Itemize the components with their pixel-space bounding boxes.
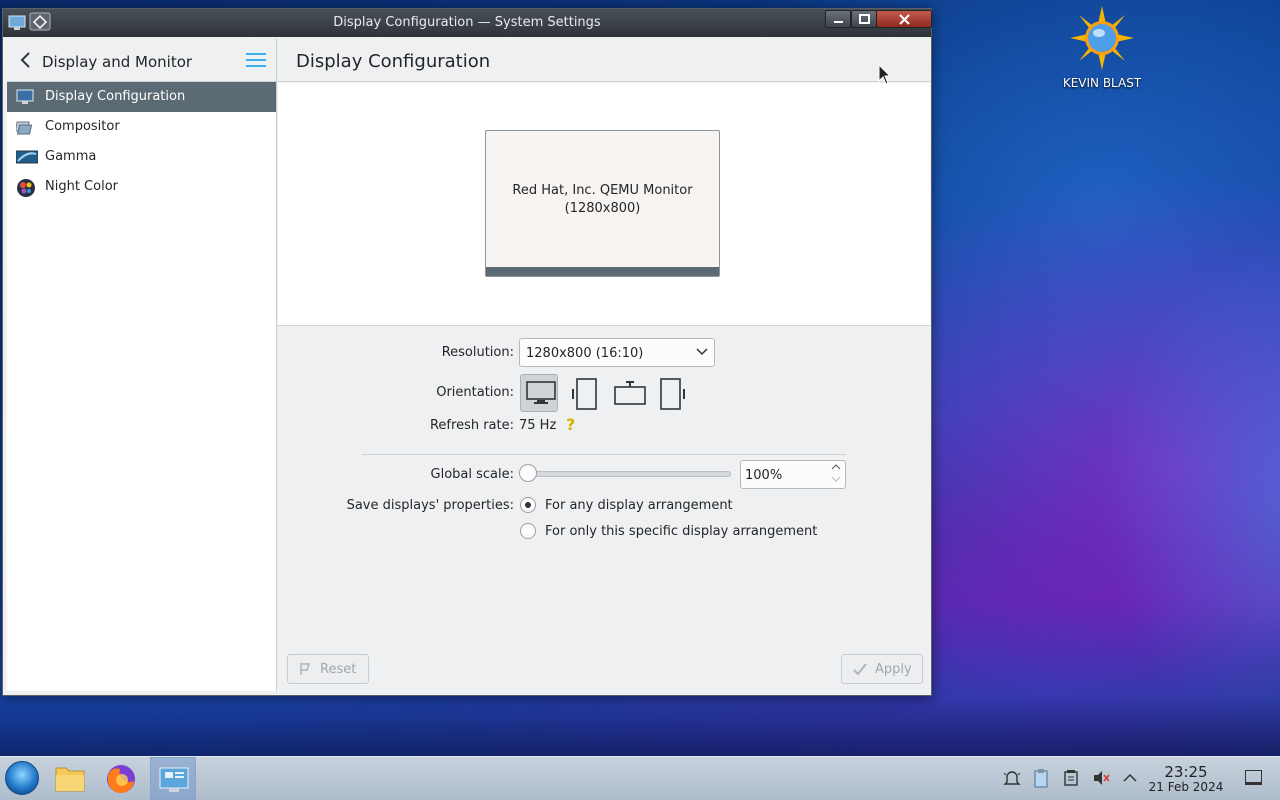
resolution-label: Resolution: [441, 345, 514, 360]
resolution-value: 1280x800 (16:10) [526, 346, 644, 361]
minimize-button[interactable] [825, 10, 851, 28]
sidebar-header: Display and Monitor [7, 39, 276, 82]
sidebar-item-label: Night Color [45, 179, 118, 194]
radio-any-arrangement-label[interactable]: For any display arrangement [545, 498, 733, 513]
monitor-name: Red Hat, Inc. QEMU Monitor [512, 183, 693, 198]
sidebar-title: Display and Monitor [42, 53, 193, 71]
sun-globe-icon [1070, 6, 1134, 70]
spin-down-icon[interactable] [831, 476, 841, 486]
global-scale-slider-track[interactable] [529, 471, 731, 477]
chevron-down-icon [696, 345, 708, 360]
display-config-icon [16, 88, 34, 106]
orientation-label: Orientation: [436, 385, 514, 400]
sidebar-item-label: Gamma [45, 149, 97, 164]
radio-specific-arrangement-label[interactable]: For only this specific display arrangeme… [545, 524, 817, 539]
sidebar-item-display-configuration[interactable]: Display Configuration [7, 82, 276, 112]
system-settings-window: Display Configuration — System Settings … [2, 8, 932, 696]
digital-clock[interactable]: 23:25 21 Feb 2024 [1144, 764, 1228, 794]
refresh-rate-label: Refresh rate: [429, 418, 514, 433]
reset-icon [298, 661, 312, 681]
desktop-icon-label: KEVIN BLAST [1062, 76, 1142, 90]
taskbar-app-system-settings[interactable] [150, 757, 196, 800]
orientation-portrait-left-button[interactable] [565, 374, 603, 412]
gamma-icon [15, 148, 39, 166]
maximize-button[interactable] [851, 10, 877, 28]
page-title: Display Configuration [296, 51, 491, 72]
firefox-icon [107, 765, 135, 794]
show-desktop-button[interactable] [1245, 770, 1262, 785]
reset-label: Reset [320, 662, 357, 677]
night-color-icon [16, 178, 35, 197]
clipboard-tray-icon[interactable] [1032, 769, 1050, 788]
monitor-bottom-bar [486, 267, 719, 276]
sidebar-item-label: Compositor [45, 119, 120, 134]
monitor-label: Red Hat, Inc. QEMU Monitor (1280x800) [486, 182, 719, 218]
global-scale-spinbox[interactable]: 100% [740, 460, 846, 489]
back-arrow-icon[interactable] [19, 51, 31, 74]
radio-specific-arrangement[interactable] [520, 523, 536, 539]
landscape-flipped-monitor-icon [614, 381, 646, 405]
close-button[interactable] [876, 10, 932, 28]
window-titlebar[interactable]: Display Configuration — System Settings [3, 9, 932, 37]
taskbar: 23:25 21 Feb 2024 [0, 756, 1280, 800]
refresh-rate-value: 75 Hz [519, 418, 557, 433]
orientation-portrait-right-button[interactable] [654, 374, 692, 412]
taskbar-app-firefox[interactable] [98, 757, 144, 800]
main-content: Display Configuration Red Hat, Inc. QEMU… [278, 39, 930, 691]
monitor-resolution: (1280x800) [564, 201, 641, 216]
folder-icon [55, 767, 85, 792]
display-settings-form: Resolution: 1280x800 (16:10) Orientation… [278, 327, 930, 691]
clock-time: 23:25 [1164, 763, 1208, 781]
radio-any-arrangement[interactable] [520, 497, 536, 513]
portrait-right-monitor-icon [660, 378, 685, 410]
tray-expand-chevron-icon[interactable] [1121, 769, 1139, 787]
clock-date: 21 Feb 2024 [1148, 780, 1224, 794]
resolution-combobox[interactable]: 1280x800 (16:10) [519, 338, 715, 367]
volume-muted-icon[interactable] [1092, 769, 1110, 787]
orientation-flipped-button[interactable] [609, 374, 647, 412]
global-scale-slider-handle[interactable] [519, 464, 537, 482]
portrait-left-monitor-icon [572, 378, 597, 410]
compositor-icon [14, 118, 34, 136]
sidebar-item-night-color[interactable]: Night Color [7, 172, 276, 202]
orientation-landscape-button[interactable] [520, 374, 558, 412]
global-scale-label: Global scale: [430, 467, 514, 482]
notifications-bell-icon[interactable] [1003, 769, 1021, 787]
desktop-icon-kevin-blast[interactable]: KEVIN BLAST [1058, 6, 1146, 90]
question-hint-icon[interactable]: ? [566, 415, 575, 434]
apply-label: Apply [875, 662, 912, 677]
window-title: Display Configuration — System Settings [333, 15, 601, 30]
mouse-cursor-icon [878, 64, 892, 85]
sidebar: Display and Monitor Display Configuratio… [7, 39, 277, 691]
spin-up-icon[interactable] [831, 463, 841, 473]
separator [362, 454, 846, 455]
apply-button[interactable]: Apply [841, 654, 923, 684]
sidebar-item-label: Display Configuration [45, 89, 186, 104]
checkmark-icon [852, 661, 868, 681]
monitor-preview[interactable]: Red Hat, Inc. QEMU Monitor (1280x800) [485, 130, 720, 277]
save-properties-label: Save displays' properties: [346, 498, 514, 513]
sidebar-item-gamma[interactable]: Gamma [7, 142, 276, 172]
taskbar-app-file-manager[interactable] [47, 757, 93, 800]
global-scale-value: 100% [745, 468, 783, 483]
system-settings-icon [159, 767, 189, 792]
display-preview-area: Red Hat, Inc. QEMU Monitor (1280x800) [278, 83, 930, 326]
reset-button[interactable]: Reset [287, 654, 369, 684]
hamburger-menu-icon[interactable] [246, 53, 266, 69]
landscape-monitor-icon [526, 381, 556, 404]
device-notifier-icon[interactable] [1062, 769, 1080, 787]
start-menu-button[interactable] [5, 761, 39, 795]
main-header: Display Configuration [278, 39, 930, 82]
sidebar-item-compositor[interactable]: Compositor [7, 112, 276, 142]
